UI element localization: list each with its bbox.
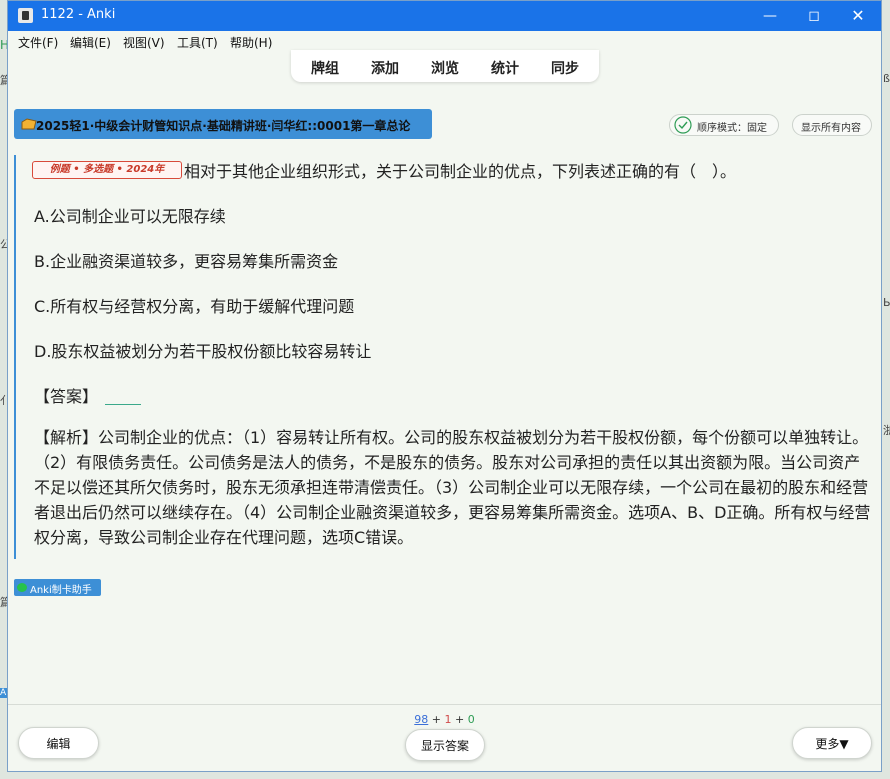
count-separator: +: [428, 713, 445, 726]
option-c: C.所有权与经营权分离，有助于缓解代理问题: [34, 297, 355, 316]
more-button[interactable]: 更多▼: [792, 727, 872, 759]
minimize-icon[interactable]: —: [748, 1, 792, 31]
count-separator: +: [451, 713, 468, 726]
order-mode-label: 顺序模式：固定: [697, 123, 767, 134]
close-icon[interactable]: ✕: [836, 1, 880, 31]
option-a: A.公司制企业可以无限存续: [34, 207, 226, 226]
learn-count: 1: [444, 713, 452, 726]
bottom-bar: 98 + 1 + 0 编辑 显示答案 更多▼: [8, 704, 881, 771]
question-type-stamp: 例题 • 多选题 • 2024年: [32, 161, 182, 179]
menu-edit[interactable]: 编辑(E): [70, 31, 111, 51]
new-count[interactable]: 98: [414, 713, 428, 726]
title-bar[interactable]: 1122 - Anki — ◻ ✕: [8, 1, 881, 31]
show-answer-button[interactable]: 显示答案: [405, 729, 485, 761]
bg-fragment: 浙: [883, 424, 890, 437]
toolbar-stats[interactable]: 统计: [491, 58, 519, 78]
bg-fragment: A: [0, 688, 7, 698]
anki-app-icon: [18, 8, 33, 23]
anki-helper-badge[interactable]: Anki制卡助手: [14, 579, 101, 596]
option-d: D.股东权益被划分为若干股权份额比较容易转让: [34, 342, 372, 361]
toolbar-sync[interactable]: 同步: [551, 58, 579, 78]
wechat-icon: [17, 583, 27, 592]
window-title: 1122 - Anki: [41, 7, 116, 22]
review-counts: 98 + 1 + 0: [8, 713, 881, 726]
answer-label: 【答案】: [34, 387, 99, 406]
review-count: 0: [467, 713, 475, 726]
check-circle-icon: [674, 116, 692, 134]
option-b: B.企业融资渠道较多，更容易筹集所需资金: [34, 252, 339, 271]
bg-fragment: Ы: [883, 296, 890, 309]
toolbar-add[interactable]: 添加: [371, 58, 399, 78]
explanation-text: 【解析】公司制企业的优点：（1）容易转让所有权。公司的股东权益被划分为若干股权份…: [34, 428, 871, 547]
menu-file[interactable]: 文件(F): [18, 31, 58, 51]
answer-blank: [105, 404, 141, 405]
show-all-button[interactable]: 显示所有内容: [792, 114, 872, 136]
edit-button[interactable]: 编辑: [18, 727, 99, 759]
menu-help[interactable]: 帮助(H): [230, 31, 272, 51]
menu-tools[interactable]: 工具(T): [177, 31, 218, 51]
toolbar-browse[interactable]: 浏览: [431, 58, 459, 78]
folder-icon: [21, 118, 37, 130]
order-mode-toggle[interactable]: 顺序模式：固定: [669, 114, 779, 136]
main-toolbar: 牌组 添加 浏览 统计 同步: [291, 50, 599, 82]
menu-bar: 文件(F) 编辑(E) 视图(V) 工具(T) 帮助(H): [8, 31, 881, 51]
maximize-icon[interactable]: ◻: [792, 1, 836, 31]
card-content: 例题 • 多选题 • 2024年 相对于其他企业组织形式，关于公司制企业的优点，…: [14, 151, 872, 561]
anki-window: 1122 - Anki — ◻ ✕ 文件(F) 编辑(E) 视图(V) 工具(T…: [7, 0, 882, 772]
question-text: 相对于其他企业组织形式，关于公司制企业的优点，下列表述正确的有（ ）。: [184, 162, 737, 181]
deck-title-banner: 2025轻1·中级会计财管知识点·基础精讲班·闫华红::0001第一章总论: [14, 109, 432, 139]
card-left-border: [14, 155, 16, 559]
menu-view[interactable]: 视图(V): [123, 31, 165, 51]
show-all-label: 显示所有内容: [801, 123, 861, 134]
helper-label: Anki制卡助手: [30, 585, 92, 596]
deck-title: 2025轻1·中级会计财管知识点·基础精讲班·闫华红::0001第一章总论: [36, 119, 411, 133]
bg-fragment: ß: [883, 72, 890, 85]
toolbar-decks[interactable]: 牌组: [311, 58, 339, 78]
